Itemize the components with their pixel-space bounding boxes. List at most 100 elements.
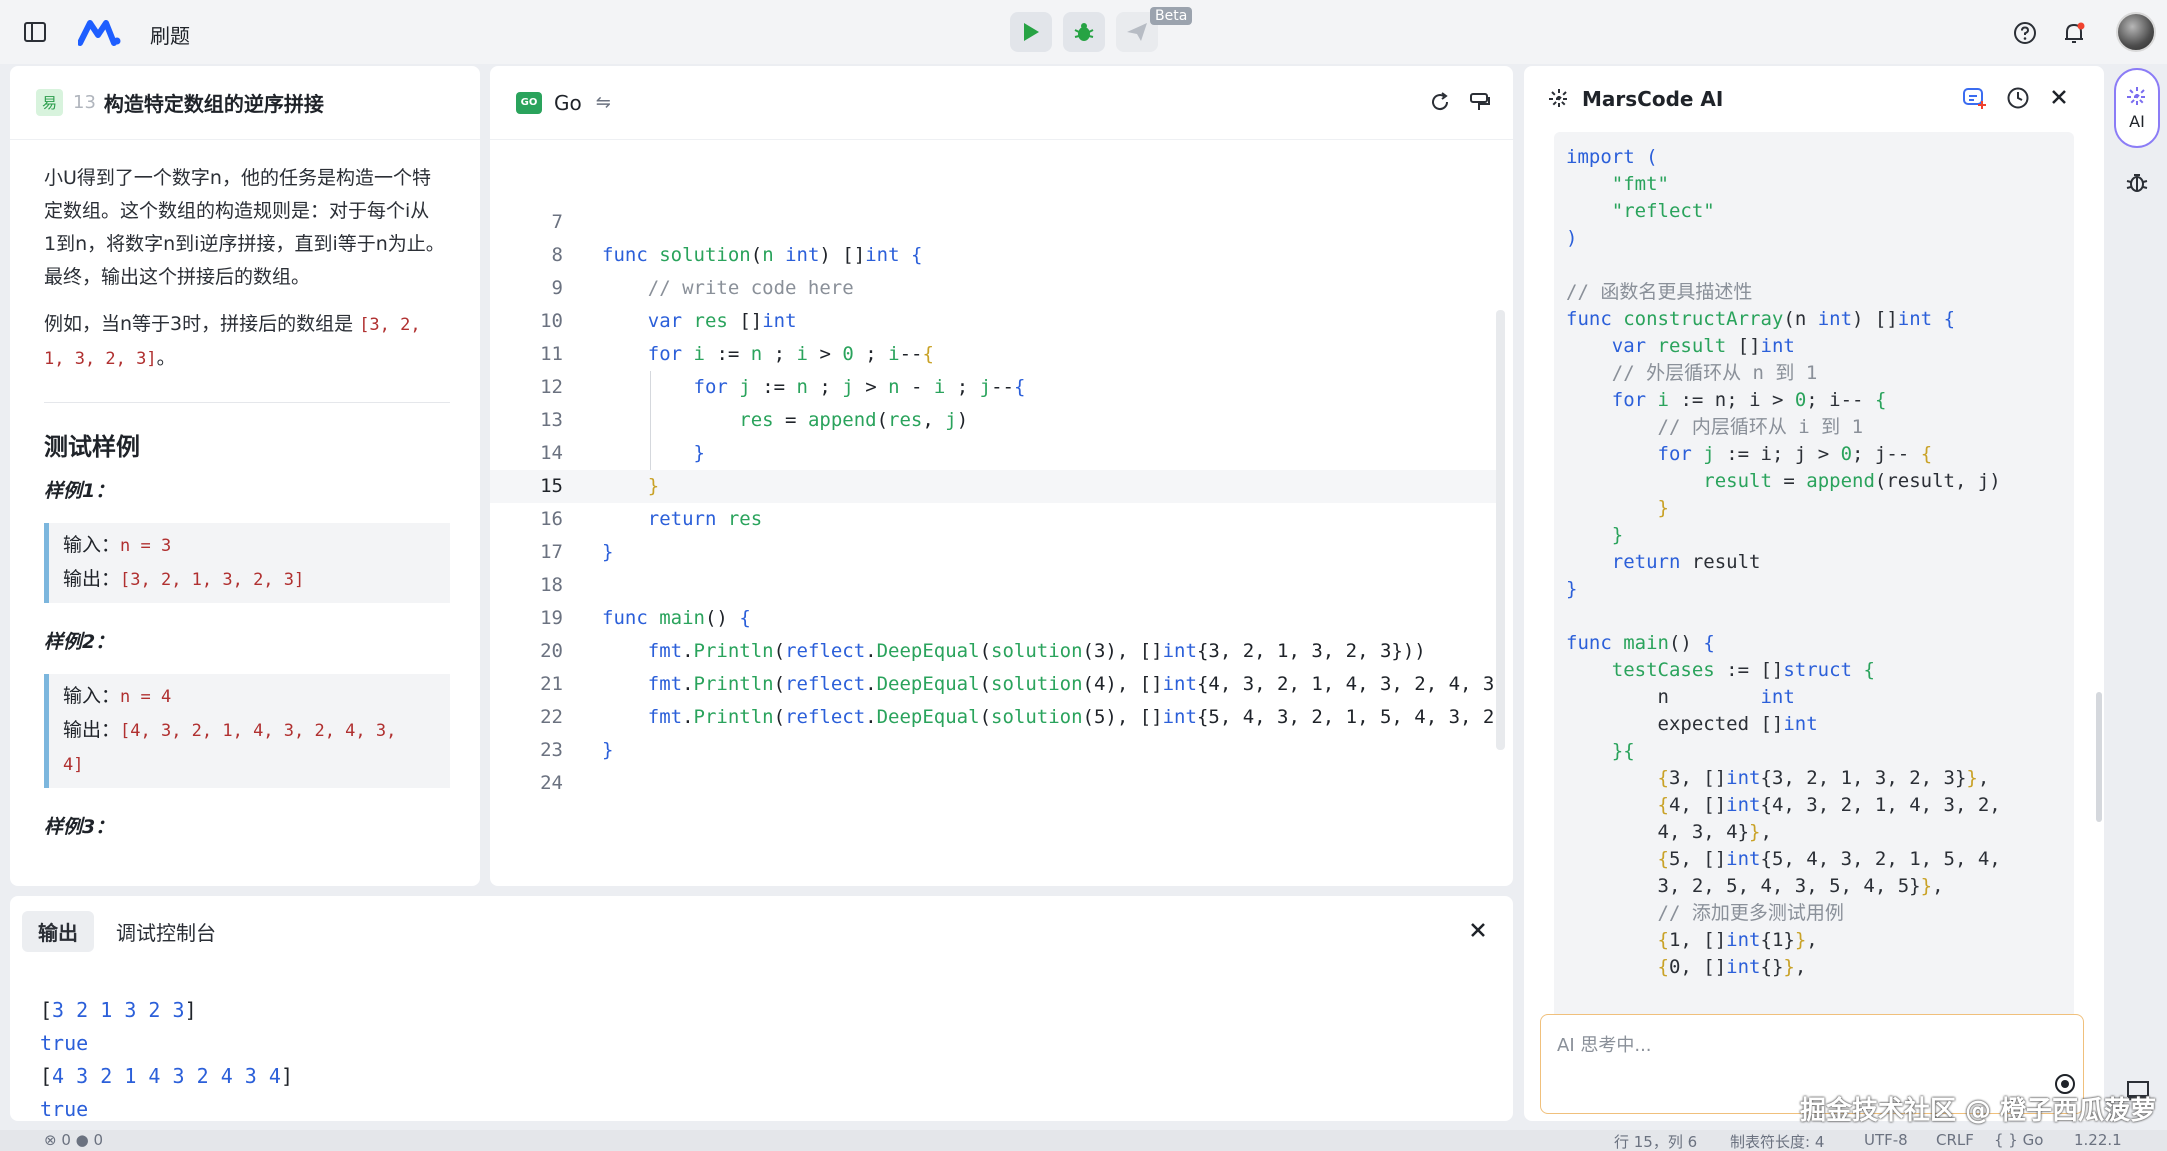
user-avatar[interactable] [2116, 12, 2156, 52]
output-label: 输出： [63, 568, 121, 590]
input-label: 输入： [63, 685, 121, 707]
beta-badge: Beta [1150, 7, 1193, 25]
code-line: 19 func main() { [540, 607, 751, 629]
tab-output[interactable]: 输出 [22, 910, 94, 952]
description-line: 最终，输出这个拼接后的数组。 [44, 266, 311, 288]
sample-output: [3, 2, 1, 3, 2, 3] [120, 570, 305, 590]
sample-label: 样例1： [44, 480, 115, 502]
error-count[interactable]: ⊗ 0 ● 0 [44, 1131, 103, 1149]
history-icon[interactable] [2006, 86, 2030, 110]
ai-scrollbar[interactable] [2096, 692, 2102, 822]
sparkle-icon [1549, 89, 1569, 109]
tab-debug-console[interactable]: 调试控制台 [100, 911, 232, 952]
sample-label: 样例3： [44, 816, 115, 838]
close-output-icon[interactable] [1470, 922, 1486, 938]
ai-sparkle-icon [2127, 86, 2147, 107]
sample-output: [4, 3, 2, 1, 4, 3, 2, 4, 3, [120, 721, 397, 741]
code-editor-panel: GO Go ⇋ 7 8 func solution(n int) []int { … [490, 66, 1513, 886]
sidebar-toggle-icon[interactable] [20, 18, 50, 46]
watermark: 掘金技术社区 @ 橙子西瓜菠萝 [1800, 1096, 2157, 1126]
ai-code-block: import ( "fmt" "reflect" ) // 函数名更具描述性 f… [1554, 132, 2074, 1056]
output-label: 输出： [63, 719, 121, 741]
status-bar: ⊗ 0 ● 0 行 15，列 6 制表符长度: 4 UTF-8 CRLF { }… [0, 1130, 2167, 1151]
sample-box: 输入：n = 4 输出：[4, 3, 2, 1, 4, 3, 2, 4, 3, … [44, 674, 450, 788]
ai-title: MarsCode AI [1582, 87, 1724, 111]
help-icon[interactable] [2010, 18, 2040, 48]
tab-size[interactable]: 制表符长度: 4 [1730, 1131, 1824, 1151]
code-line: 23} [540, 739, 614, 761]
right-rail: AI [2110, 66, 2167, 1126]
code-line: 24 [540, 772, 563, 794]
example-code: 1, 3, 2, 3] [44, 349, 157, 369]
code-line: 7 [551, 211, 563, 233]
difficulty-badge: 易 [36, 89, 64, 116]
language-selector[interactable]: Go [554, 91, 582, 115]
code-line: 21 fmt.Println(reflect.DeepEqual(solutio… [540, 673, 1495, 695]
run-button[interactable] [1010, 12, 1052, 52]
description-paragraph: 小U得到了一个数字n，他的任务是构造一个特 定数组。这个数组的构造规则是：对于每… [44, 162, 450, 294]
problem-number: 13 [73, 92, 96, 113]
debug-rail-icon[interactable] [2125, 170, 2149, 194]
reset-code-icon[interactable] [1428, 90, 1452, 114]
format-code-icon[interactable] [1468, 90, 1492, 114]
bug-icon [1074, 23, 1094, 41]
go-language-icon: GO [516, 91, 542, 114]
output-panel: 输出 调试控制台 [3 2 1 3 2 3] true [4 3 2 1 4 3… [10, 896, 1513, 1121]
output-line: [4 3 2 1 4 3 2 4 3 4] [40, 1064, 293, 1088]
code-line: 14 } [540, 442, 705, 464]
ai-assistant-panel: MarsCode AI import ( "fmt" "reflect" ) /… [1524, 66, 2104, 1121]
play-icon [1024, 23, 1039, 41]
sample-label: 样例2： [44, 631, 115, 653]
send-icon [1127, 23, 1147, 41]
example-text: 例如，当n等于3时，拼接后的数组是 [44, 313, 354, 335]
go-version[interactable]: 1.22.1 [2074, 1131, 2122, 1149]
description-line: 1到n，将数字n到i逆序拼接，直到i等于n为止。 [44, 233, 445, 255]
code-line: 10 var res []int [540, 310, 797, 332]
code-line: 13 res = append(res, j) [540, 409, 969, 431]
code-line: 9 // write code here [551, 277, 854, 299]
ai-input-placeholder: AI 思考中... [1557, 1035, 1652, 1056]
line-ending[interactable]: CRLF [1936, 1131, 1974, 1149]
problem-panel: 易 13 构造特定数组的逆序拼接 小U得到了一个数字n，他的任务是构造一个特 定… [10, 66, 480, 886]
indent-guide [650, 371, 651, 470]
debug-button[interactable] [1063, 12, 1105, 52]
ai-rail-tab[interactable]: AI [2114, 68, 2160, 148]
problem-header: 易 13 构造特定数组的逆序拼接 [10, 66, 480, 140]
ai-rail-label: AI [2129, 111, 2145, 131]
cursor-position[interactable]: 行 15，列 6 [1614, 1131, 1697, 1151]
code-line-active: 15 } [490, 470, 1500, 503]
output-line: true [40, 1031, 89, 1055]
sample-input: n = 3 [120, 536, 172, 556]
example-text: 。 [156, 347, 176, 369]
code-line: 22 fmt.Println(reflect.DeepEqual(solutio… [540, 706, 1495, 728]
problem-title: 构造特定数组的逆序拼接 [103, 92, 324, 116]
notification-bell-icon[interactable] [2059, 18, 2089, 48]
sample-output-continued: 4] [63, 755, 84, 775]
code-line: 20 fmt.Println(reflect.DeepEqual(solutio… [540, 640, 1426, 662]
editor-header: GO Go ⇋ [490, 66, 1513, 140]
output-line: true [40, 1097, 89, 1121]
top-bar: 刷题 Beta [0, 0, 2167, 64]
code-line: 8 func solution(n int) []int { [551, 244, 923, 266]
example-paragraph: 例如，当n等于3时，拼接后的数组是 [3, 2, 1, 3, 2, 3]。 [44, 308, 450, 376]
output-tabs: 输出 调试控制台 [10, 896, 1513, 966]
page-title: 刷题 [150, 24, 190, 48]
close-icon[interactable] [2050, 88, 2068, 106]
code-line: 17} [540, 541, 614, 563]
code-line: 12 for j := n ; j > n - i ; j--{ [540, 376, 1026, 398]
language-mode[interactable]: { } Go [1994, 1131, 2043, 1149]
description-line: 小U得到了一个数字n，他的任务是构造一个特 [44, 167, 431, 189]
code-area[interactable]: 7 8 func solution(n int) []int { 9 // wri… [490, 142, 1513, 886]
new-chat-icon[interactable] [1962, 86, 1988, 110]
vertical-scrollbar[interactable] [1496, 310, 1505, 750]
sample-box: 输入：n = 3 输出：[3, 2, 1, 3, 2, 3] [44, 523, 450, 603]
marscode-logo[interactable] [78, 17, 122, 47]
sample-input: n = 4 [120, 687, 172, 707]
code-line: 16 return res [540, 508, 763, 530]
ai-header: MarsCode AI [1524, 66, 2104, 132]
description-line: 定数组。这个数组的构造规则是：对于每个i从 [44, 200, 430, 222]
encoding[interactable]: UTF-8 [1864, 1131, 1908, 1149]
switch-language-icon[interactable]: ⇋ [596, 92, 611, 113]
example-code: [3, 2, [359, 315, 421, 335]
output-line: [3 2 1 3 2 3] [40, 998, 197, 1022]
